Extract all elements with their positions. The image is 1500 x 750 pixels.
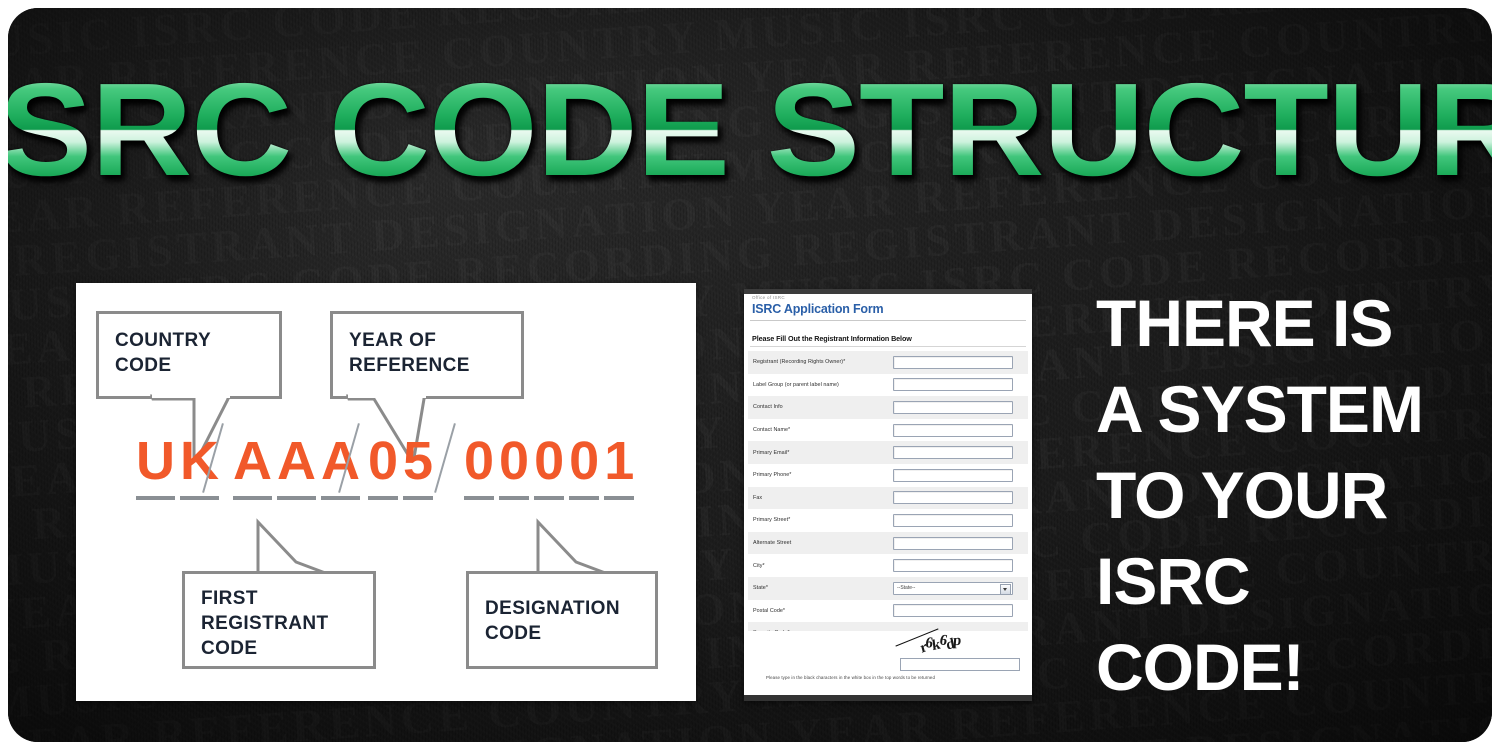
form-field-input[interactable]: [893, 513, 1013, 527]
form-row: Contact Info: [748, 396, 1028, 419]
form-field-label: Registrant (Recording Rights Owner)*: [753, 359, 846, 366]
form-field-label: Fax: [753, 494, 763, 501]
form-field-input[interactable]: [893, 400, 1013, 414]
form-row: Primary Email*: [748, 441, 1028, 464]
isrc-structure-diagram: COUNTRY CODE YEAR OF REFERENCE UK AAA 05…: [76, 283, 696, 701]
headline-text: THERE IS A SYSTEM TO YOUR ISRC CODE!: [1096, 280, 1468, 710]
form-bottom-bar: [744, 695, 1032, 701]
form-divider-top: [750, 320, 1026, 321]
form-tiny-header: Office of ISRC: [752, 295, 785, 300]
form-field-label: Alternate Street: [753, 540, 792, 547]
form-row: Contact Name*: [748, 419, 1028, 442]
form-row: Fax: [748, 486, 1028, 510]
form-field-label: Primary Street*: [753, 517, 791, 524]
form-field-state-value: --State--: [897, 585, 916, 592]
callout-designation-code: DESIGNATION CODE: [466, 518, 658, 669]
form-title: ISRC Application Form: [752, 302, 884, 316]
form-field-label: State*: [753, 585, 768, 592]
poster-card: MUSIC ISRC CODE RECORDING REGISTRANT DES…: [8, 8, 1492, 742]
page-title-container: ISRC CODE STRUCTURE: [8, 64, 1492, 196]
form-row: Alternate Street: [748, 531, 1028, 555]
form-field-label: Postal Code*: [753, 607, 786, 614]
form-field-label: Contact Name*: [753, 427, 791, 434]
form-fields-list: Registrant (Recording Rights Owner)* Labe…: [748, 351, 1028, 645]
headline-line-5: CODE!: [1096, 630, 1305, 704]
form-row: Postal Code*: [748, 600, 1028, 623]
form-field-input[interactable]: [893, 491, 1013, 505]
code-designation: 00001: [464, 431, 636, 500]
callout-year-line1: YEAR OF: [349, 330, 437, 351]
form-top-bar: [744, 289, 1032, 294]
form-field-input[interactable]: [893, 378, 1013, 392]
form-captcha-area: r 6 k 6 d p Please type in the black cha…: [748, 628, 1028, 693]
callout-first-registrant-line2: REGISTRANT: [201, 613, 329, 634]
form-row: City*: [748, 554, 1028, 577]
isrc-application-form-screenshot[interactable]: Office of ISRC ISRC Application Form Ple…: [744, 289, 1032, 701]
callout-designation-line2: CODE: [485, 623, 542, 644]
isrc-code-row: UK AAA 05 00001: [76, 418, 696, 508]
form-field-input[interactable]: [893, 355, 1013, 369]
page-title: ISRC CODE STRUCTURE: [8, 64, 1492, 196]
captcha-input[interactable]: [900, 658, 1020, 671]
form-row: Primary Phone*: [748, 464, 1028, 487]
form-subtitle: Please Fill Out the Registrant Informati…: [752, 334, 912, 343]
form-field-label: City*: [753, 562, 765, 569]
callout-year-of-reference: YEAR OF REFERENCE: [330, 311, 524, 460]
form-field-label: Primary Phone*: [753, 472, 792, 479]
callout-country-code: COUNTRY CODE: [96, 311, 282, 460]
form-row: Label Group (or parent label name): [748, 374, 1028, 397]
callout-designation-line1: DESIGNATION: [485, 598, 620, 619]
form-field-input[interactable]: [893, 423, 1013, 437]
form-field-state-select[interactable]: --State--: [893, 581, 1013, 595]
captcha-image: r 6 k 6 d p: [896, 628, 984, 661]
form-row: State* --State--: [748, 576, 1028, 600]
form-field-label: Contact Info: [753, 404, 783, 411]
form-field-input[interactable]: [893, 559, 1013, 573]
headline-line-4: ISRC: [1096, 544, 1251, 618]
form-field-input[interactable]: [893, 468, 1013, 482]
form-row: Primary Street*: [748, 509, 1028, 532]
code-country-code: UK: [136, 431, 220, 500]
captcha-char: p: [952, 632, 961, 649]
chevron-down-icon[interactable]: [1000, 583, 1011, 595]
headline-line-1: THERE IS: [1096, 286, 1393, 360]
form-field-label: Primary Email*: [753, 449, 790, 456]
callout-country-code-line2: CODE: [115, 355, 172, 376]
form-note: Please type in the black characters in t…: [766, 675, 935, 680]
form-field-input[interactable]: [893, 604, 1013, 618]
callout-first-registrant-line3: CODE: [201, 638, 258, 659]
form-field-input[interactable]: [893, 536, 1013, 550]
code-separator-3: [434, 423, 456, 493]
callout-first-registrant-line1: FIRST: [201, 588, 258, 609]
headline-line-2: A SYSTEM: [1096, 372, 1424, 446]
callout-year-line2: REFERENCE: [349, 355, 470, 376]
callout-country-code-line1: COUNTRY: [115, 330, 212, 351]
form-field-label: Label Group (or parent label name): [753, 381, 839, 388]
callout-first-registrant-code: FIRST REGISTRANT CODE: [182, 518, 376, 669]
code-year-of-reference: 05: [368, 431, 435, 500]
form-field-input[interactable]: [893, 446, 1013, 460]
form-divider-sub: [750, 346, 1026, 347]
headline-line-3: TO YOUR: [1096, 458, 1388, 532]
form-row: Registrant (Recording Rights Owner)*: [748, 351, 1028, 374]
